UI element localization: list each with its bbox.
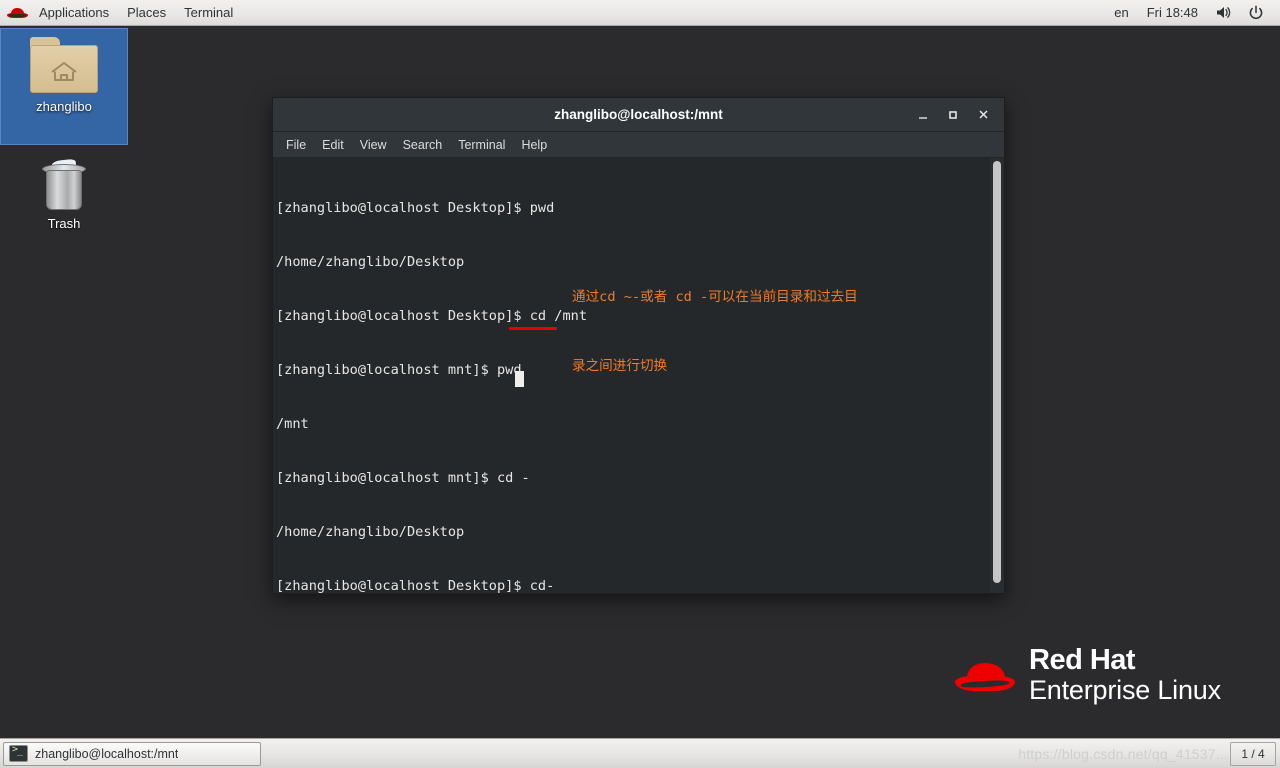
menu-search[interactable]: Search — [395, 132, 451, 157]
terminal-output-area[interactable]: [zhanglibo@localhost Desktop]$ pwd /home… — [273, 158, 1004, 593]
terminal-menu-bar: File Edit View Search Terminal Help — [273, 132, 1004, 158]
menu-help-label: Help — [521, 137, 548, 152]
menu-file-label: File — [286, 137, 307, 152]
desktop-icon-trash[interactable]: Trash — [0, 152, 128, 252]
top-panel-menus: Applications Places Terminal — [0, 0, 242, 25]
menu-view-label: View — [359, 137, 387, 152]
top-panel-tray: en Fri 18:48 — [1105, 0, 1280, 25]
menu-edit-label: Edit — [322, 137, 344, 152]
menu-file[interactable]: File — [278, 132, 314, 157]
clock[interactable]: Fri 18:48 — [1138, 0, 1207, 25]
terminal-line: [zhanglibo@localhost Desktop]$ pwd — [276, 200, 555, 216]
terminal-line: /home/zhanglibo/Desktop — [276, 524, 465, 540]
terminal-scrollbar-thumb[interactable] — [993, 161, 1001, 583]
menu-terminal-label: Terminal — [458, 137, 506, 152]
taskbar-item-terminal[interactable]: zhanglibo@localhost:/mnt — [3, 741, 261, 766]
maximize-button[interactable] — [938, 102, 968, 128]
desktop-icon-trash-label: Trash — [47, 216, 81, 231]
keyboard-layout-label: en — [1114, 5, 1129, 20]
menu-places[interactable]: Places — [118, 0, 175, 25]
menu-edit[interactable]: Edit — [314, 132, 352, 157]
menu-terminal[interactable]: Terminal — [175, 0, 242, 25]
close-button[interactable] — [968, 102, 998, 128]
terminal-line: [zhanglibo@localhost Desktop]$ cd- — [276, 578, 555, 593]
menu-view[interactable]: View — [352, 132, 395, 157]
top-panel: Applications Places Terminal en Fri 18:4… — [0, 0, 1280, 26]
terminal-scrollbar[interactable] — [990, 158, 1004, 593]
terminal-icon — [9, 744, 28, 762]
trash-icon — [40, 158, 88, 212]
rhel-brand-line2: Enterprise Linux — [1029, 675, 1221, 706]
menu-applications[interactable]: Applications — [30, 0, 118, 25]
keyboard-layout-indicator[interactable]: en — [1105, 0, 1137, 25]
home-folder-icon — [28, 37, 100, 95]
terminal-title-bar[interactable]: zhanglibo@localhost:/mnt — [273, 98, 1004, 132]
terminal-window-title: zhanglibo@localhost:/mnt — [554, 107, 723, 122]
desktop-screen: Applications Places Terminal en Fri 18:4… — [0, 0, 1280, 768]
workspace-switcher[interactable]: 1 / 4 — [1230, 741, 1276, 766]
chinese-annotation: 通过cd ~-或者 cd -可以在当前目录和过去目 录之间进行切换 — [572, 240, 858, 424]
volume-icon[interactable] — [1207, 5, 1240, 20]
red-underline-annotation — [509, 327, 557, 330]
minimize-button[interactable] — [908, 102, 938, 128]
redhat-logo-icon — [7, 6, 29, 20]
workspace-switcher-label: 1 / 4 — [1241, 746, 1265, 761]
desktop-icon-home-label: zhanglibo — [36, 99, 92, 114]
taskbar-item-label: zhanglibo@localhost:/mnt — [35, 746, 179, 761]
chinese-annotation-line1: 通过cd ~-或者 cd -可以在当前目录和过去目 — [572, 289, 858, 305]
watermark-text: https://blog.csdn.net/qq_41537... — [1018, 746, 1228, 762]
terminal-window[interactable]: zhanglibo@localhost:/mnt File Edit View … — [272, 97, 1005, 594]
rhel-brand-line1: Red Hat — [1029, 644, 1136, 676]
rhel-brand-text: Red Hat Enterprise Linux — [1029, 644, 1221, 706]
terminal-line: [zhanglibo@localhost mnt]$ cd - — [276, 470, 530, 486]
clock-label: Fri 18:48 — [1146, 5, 1198, 20]
chinese-annotation-line2: 录之间进行切换 — [572, 358, 668, 374]
menu-terminal-label: Terminal — [184, 5, 234, 20]
menu-places-label: Places — [127, 5, 167, 20]
terminal-cursor — [515, 371, 524, 387]
menu-terminal-window[interactable]: Terminal — [450, 132, 513, 157]
desktop-icon-home[interactable]: zhanglibo — [0, 28, 128, 145]
menu-applications-label: Applications — [39, 5, 110, 20]
menu-help[interactable]: Help — [513, 132, 555, 157]
rhel-branding: Red Hat Enterprise Linux — [955, 644, 1221, 706]
bottom-panel: zhanglibo@localhost:/mnt https://blog.cs… — [0, 738, 1280, 768]
menu-search-label: Search — [402, 137, 443, 152]
redhat-fedora-logo-icon — [955, 651, 1017, 699]
power-icon[interactable] — [1240, 4, 1272, 21]
window-controls — [908, 102, 1004, 128]
